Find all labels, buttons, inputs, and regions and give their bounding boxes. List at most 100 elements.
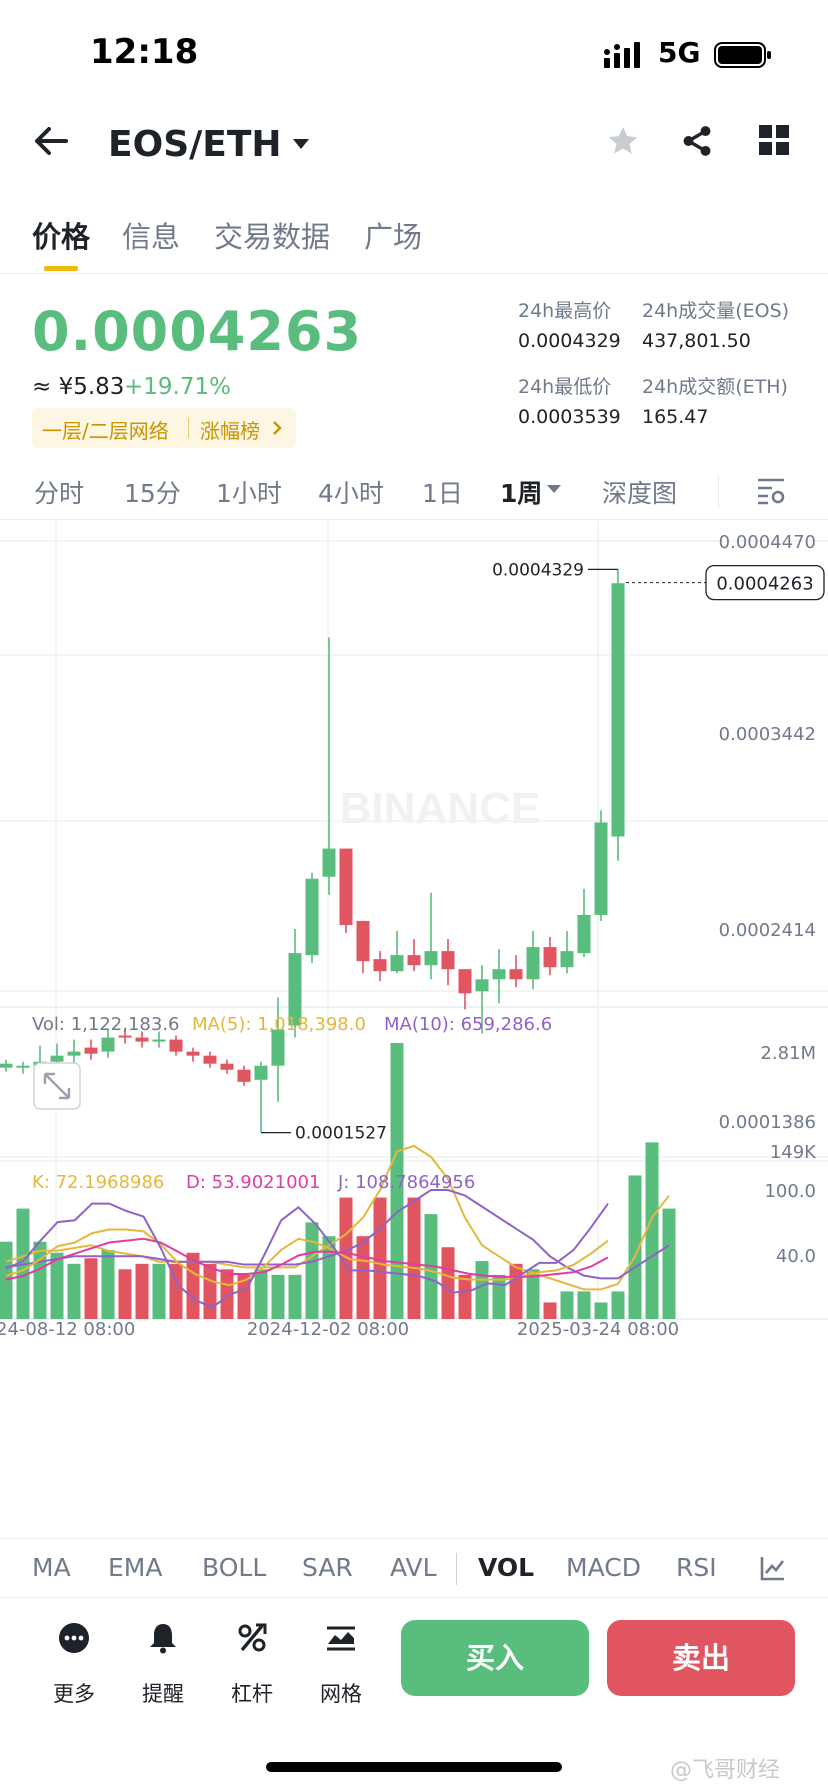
candle-body [220,1063,234,1070]
candle-body [611,583,625,837]
volume-bar [594,1302,608,1319]
volume-bar [254,1269,268,1319]
volume-label: 24h成交量(EOS) [642,300,790,322]
interval-1w[interactable]: 1周 [500,474,542,510]
interval-depth[interactable]: 深度图 [602,474,677,510]
candle-body [509,969,523,980]
volume-bar [135,1263,149,1319]
volume-ma5-label: MA(5): 1,018,398.0 [192,1014,366,1035]
candle-body [373,959,387,972]
candle-body [101,1037,115,1052]
tab-info[interactable]: 信息 [122,214,180,256]
volume-bar [645,1142,659,1319]
indicator-boll[interactable]: BOLL [202,1553,266,1582]
indicator-macd[interactable]: MACD [566,1553,641,1582]
indicator-ema[interactable]: EMA [108,1553,162,1582]
indicator-vol[interactable]: VOL [478,1553,534,1582]
volume-bar [288,1274,302,1319]
candle-body [526,947,540,980]
top-nav: EOS/ETH [0,110,828,190]
candles-group [0,569,625,1133]
volume-bar [577,1291,591,1319]
candle-body [186,1051,200,1056]
candle-body [390,955,404,972]
interval-1d[interactable]: 1日 [422,474,463,510]
price-tick: 0.0003442 [719,724,816,745]
volume-ma10-label: MA(10): 659,286.6 [384,1014,552,1035]
indicator-avl[interactable]: AVL [390,1553,437,1582]
indicator-sar[interactable]: SAR [302,1553,353,1582]
share-icon[interactable] [680,124,714,158]
home-indicator [266,1762,562,1772]
kdj-j-label: J: 108.7864956 [337,1172,475,1193]
sell-button[interactable]: 卖出 [607,1620,795,1696]
signal-icon [604,42,640,68]
amount-label: 24h成交额(ETH) [642,376,788,398]
interval-dropdown-icon[interactable] [546,484,562,494]
back-arrow-icon[interactable] [34,126,68,156]
volume-bar [560,1291,574,1319]
tab-price[interactable]: 价格 [32,214,90,256]
candle-body [169,1039,183,1052]
buy-button[interactable]: 买入 [401,1620,589,1696]
indicator-ma[interactable]: MA [32,1553,71,1582]
interval-time[interactable]: 分时 [34,474,84,510]
indicator-rsi[interactable]: RSI [676,1553,717,1582]
grid-menu-icon[interactable] [758,124,790,156]
tag-divider [188,418,189,438]
volume-bar [305,1222,319,1319]
candle-body [152,1039,166,1042]
expand-chart-icon[interactable] [33,1062,81,1110]
volume-bar [84,1258,98,1319]
category-tag[interactable]: 一层/二层网络 涨幅榜 [32,408,296,448]
candle-body [475,979,489,992]
tab-square[interactable]: 广场 [364,214,422,256]
bottom-actions: 更多 提醒 杠杆 网格 买入 卖出 [0,1600,828,1750]
price-tick: 0.0004470 [719,532,816,553]
indicator-tabs: MA EMA BOLL SAR AVL VOL MACD RSI [0,1538,828,1598]
volume-bar [492,1274,506,1319]
candle-body [0,1063,13,1068]
candle-body [203,1055,217,1064]
volume-axis-bottom: 149K [770,1142,817,1163]
alert-label: 提醒 [142,1682,184,1706]
chevron-down-icon[interactable] [292,138,310,150]
more-label: 更多 [53,1682,95,1706]
tag-gainers[interactable]: 涨幅榜 [200,415,260,444]
tag-layer-network[interactable]: 一层/二层网络 [42,415,169,444]
low-marker-label: 0.0001527 [295,1124,387,1144]
grid-trading-label: 网格 [320,1682,362,1706]
candle-body [560,951,574,968]
interval-15m[interactable]: 15分 [124,474,181,510]
volume-bar [33,1241,47,1319]
interval-4h[interactable]: 4小时 [318,474,384,510]
price-chart[interactable]: BINANCE 0.0004470 0.0003442 0.0002414 0.… [0,521,828,1496]
interval-bar: 分时 15分 1小时 4小时 1日 1周 深度图 [0,462,828,520]
price-tick: 0.0002414 [719,920,816,941]
candle-body [594,822,608,915]
battery-icon [714,42,771,68]
candle-body [356,920,370,962]
indicator-divider [456,1553,457,1585]
tab-trading-data[interactable]: 交易数据 [214,214,330,256]
status-time: 12:18 [90,32,199,72]
candle-body [424,951,438,966]
volume-bar [271,1274,285,1319]
volume-bar [441,1247,455,1319]
candle-body [458,969,472,994]
volume-label: Vol: 1,122,183.6 [32,1014,180,1035]
candle-body [118,1035,132,1038]
star-icon[interactable] [606,124,640,158]
volume-bar [118,1269,132,1319]
low-label: 24h最低价 [518,376,612,398]
indicator-settings-icon[interactable] [760,1555,786,1581]
more-icon [59,1623,89,1653]
interval-1h[interactable]: 1小时 [216,474,282,510]
chart-settings-icon[interactable] [756,476,786,506]
high-label: 24h最高价 [518,300,612,322]
volume-bar [101,1250,115,1319]
candle-body [67,1051,81,1056]
kdj-axis-mid: 40.0 [776,1246,816,1267]
low-value: 0.0003539 [518,406,621,428]
pair-title[interactable]: EOS/ETH [108,124,282,165]
